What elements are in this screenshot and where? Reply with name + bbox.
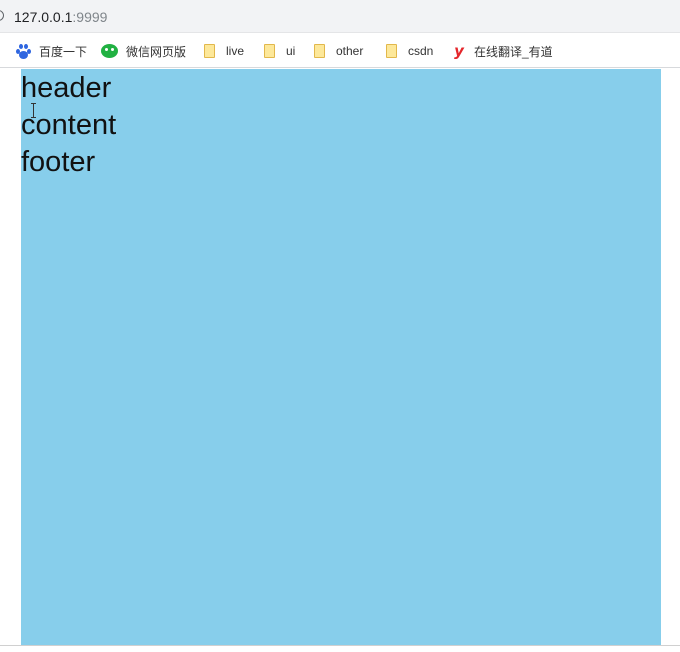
folder-icon [204, 44, 215, 58]
youdao-icon: y [454, 42, 464, 60]
bookmark-label: 微信网页版 [126, 44, 187, 59]
bookmark-baidu[interactable]: 百度一下 [15, 42, 87, 60]
bookmark-label: other [336, 44, 364, 58]
bookmark-folder-other[interactable]: other [314, 42, 363, 60]
address-bar[interactable]: 127.0.0.1:9999 [0, 0, 680, 33]
folder-icon [314, 44, 325, 58]
bookmarks-bar: 百度一下 微信网页版 live ui other csdn y 在线翻译_有道 [0, 33, 680, 68]
bookmark-label: ui [286, 44, 296, 58]
bookmark-folder-live[interactable]: live [204, 42, 244, 60]
header-text: header [21, 72, 112, 104]
folder-icon [386, 44, 397, 58]
blue-container: header content footer [21, 69, 661, 645]
wechat-icon [101, 44, 118, 58]
url-port: :9999 [72, 9, 108, 25]
bookmark-youdao[interactable]: y 在线翻译_有道 [452, 42, 553, 60]
text-cursor-icon [31, 103, 36, 118]
info-circle-icon[interactable] [0, 10, 4, 21]
url-text[interactable]: 127.0.0.1:9999 [14, 9, 107, 26]
url-host: 127.0.0.1 [14, 9, 73, 25]
page-bottom-edge [0, 645, 680, 646]
bookmark-folder-ui[interactable]: ui [264, 42, 295, 60]
bookmark-label: csdn [408, 44, 434, 58]
bookmark-label: live [226, 44, 245, 58]
baidu-paw-icon [15, 43, 31, 59]
footer-text: footer [21, 146, 96, 178]
bookmark-label: 百度一下 [39, 44, 88, 59]
bookmark-wechat[interactable]: 微信网页版 [101, 42, 186, 60]
content-text: content [21, 109, 117, 141]
bookmark-label: 在线翻译_有道 [474, 44, 553, 59]
page-viewport[interactable]: header content footer [0, 68, 680, 652]
folder-icon [264, 44, 275, 58]
bookmark-folder-csdn[interactable]: csdn [386, 42, 433, 60]
